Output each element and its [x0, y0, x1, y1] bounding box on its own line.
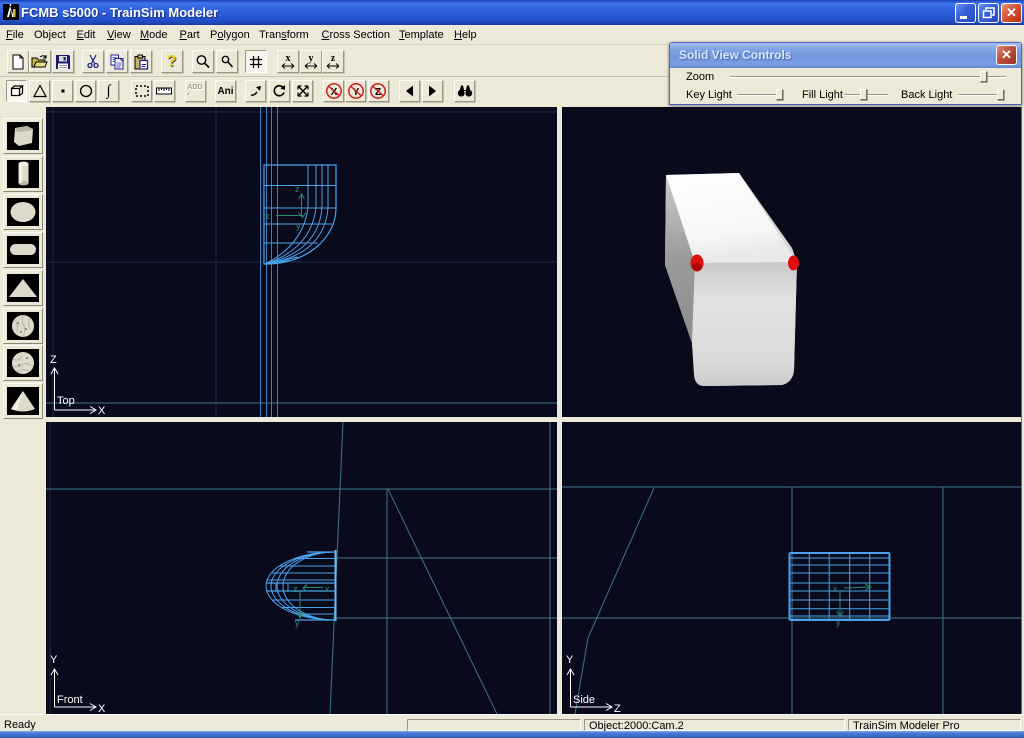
svg-text:x: x: [325, 584, 330, 594]
svg-text:Side: Side: [573, 694, 595, 706]
svg-text:Z: Z: [50, 354, 57, 366]
svg-text:y: y: [296, 221, 301, 231]
svg-text:y: y: [295, 618, 300, 628]
svg-text:z: z: [293, 584, 298, 594]
svg-text:x: x: [265, 211, 270, 221]
svg-text:Y: Y: [50, 654, 58, 666]
svg-text:z: z: [295, 184, 300, 194]
svg-text:Top: Top: [57, 395, 75, 407]
svg-text:X: X: [98, 703, 106, 714]
svg-text:z: z: [331, 53, 336, 64]
svg-text:y: y: [836, 617, 841, 627]
svg-text:Z: Z: [614, 703, 621, 714]
svg-text:y: y: [309, 53, 314, 64]
svg-text:Front: Front: [57, 694, 83, 706]
svg-text:x: x: [833, 584, 838, 594]
svg-text:X: X: [98, 405, 106, 417]
svg-text:x: x: [286, 53, 291, 64]
svg-text:Y: Y: [566, 654, 574, 666]
